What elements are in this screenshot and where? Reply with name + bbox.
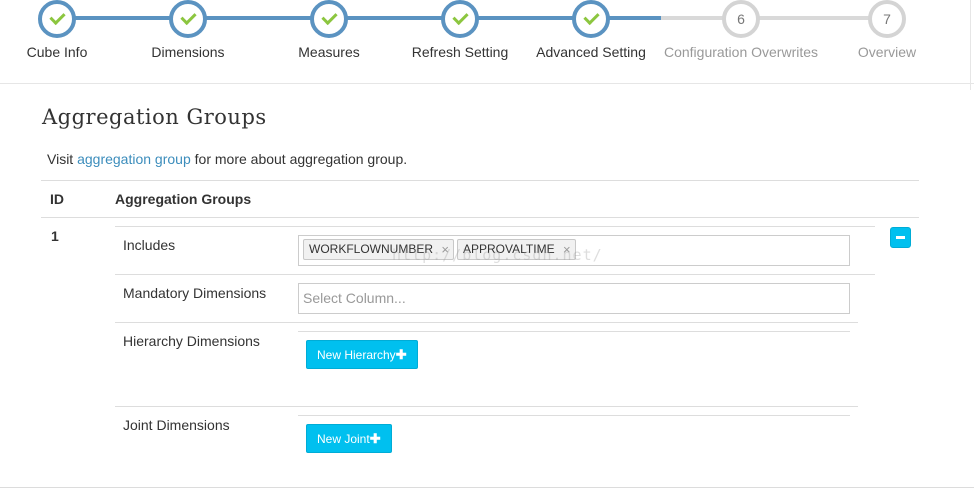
check-icon xyxy=(451,8,469,26)
page-bottom-rule xyxy=(0,487,974,488)
step-label: Overview xyxy=(857,44,917,60)
table-top-rule xyxy=(41,180,919,181)
row-rule xyxy=(115,406,858,407)
remove-tag-icon[interactable]: × xyxy=(563,240,571,259)
select-placeholder: Select Column... xyxy=(303,290,406,306)
new-hierarchy-button[interactable]: New Hierarchy✚ xyxy=(306,340,418,369)
tag-text: APPROVALTIME xyxy=(463,242,555,256)
remove-aggregation-group-button[interactable] xyxy=(890,227,911,248)
tag-workflownumber: WORKFLOWNUMBER × xyxy=(303,239,454,260)
tag-approvaltime: APPROVALTIME × xyxy=(457,239,576,260)
column-header-aggregation-groups: Aggregation Groups xyxy=(115,191,252,207)
new-hierarchy-label: New Hierarchy xyxy=(317,348,396,362)
panel-border xyxy=(970,0,971,90)
step-circle xyxy=(38,0,76,38)
mandatory-select[interactable]: Select Column... xyxy=(298,283,850,314)
table-header-rule xyxy=(41,217,919,218)
intro-suffix: for more about aggregation group. xyxy=(194,151,408,167)
wizard-step-configuration-overwrites[interactable]: 6 Configuration Overwrites xyxy=(656,0,826,60)
check-icon xyxy=(179,8,197,26)
minus-icon xyxy=(896,236,905,239)
check-icon xyxy=(320,8,338,26)
check-icon xyxy=(48,8,66,26)
joint-label: Joint Dimensions xyxy=(123,417,230,433)
new-joint-button[interactable]: New Joint✚ xyxy=(306,424,392,453)
new-joint-label: New Joint xyxy=(317,432,370,446)
plus-icon: ✚ xyxy=(395,347,407,362)
row-rule xyxy=(115,274,875,275)
step-circle xyxy=(310,0,348,38)
page-title: Aggregation Groups xyxy=(42,105,267,129)
hierarchy-top-rule xyxy=(298,331,850,332)
step-circle xyxy=(169,0,207,38)
intro-text: Visit aggregation group for more about a… xyxy=(47,151,407,167)
step-label: Configuration Overwrites xyxy=(663,44,819,60)
includes-select[interactable]: WORKFLOWNUMBER × APPROVALTIME × xyxy=(298,235,850,266)
check-icon xyxy=(582,8,600,26)
step-label: Advanced Setting xyxy=(536,44,646,60)
tag-text: WORKFLOWNUMBER xyxy=(309,242,433,256)
aggregation-group-link[interactable]: aggregation group xyxy=(77,151,191,167)
remove-tag-icon[interactable]: × xyxy=(441,240,449,259)
wizard-steps: Cube Info Dimensions Measures Refresh Se… xyxy=(0,0,974,84)
step-number: 7 xyxy=(868,0,906,38)
includes-label: Includes xyxy=(123,237,176,253)
step-circle xyxy=(441,0,479,38)
step-circle xyxy=(572,0,610,38)
mandatory-label: Mandatory Dimensions xyxy=(123,285,267,301)
column-header-id: ID xyxy=(50,191,64,207)
hierarchy-label: Hierarchy Dimensions xyxy=(123,333,260,349)
joint-top-rule xyxy=(298,415,850,416)
row-id: 1 xyxy=(51,228,59,244)
wizard-step-advanced-setting[interactable]: Advanced Setting xyxy=(506,0,676,60)
row-rule xyxy=(115,322,858,323)
plus-icon: ✚ xyxy=(369,431,381,446)
wizard-step-overview[interactable]: 7 Overview xyxy=(802,0,972,60)
step-number: 6 xyxy=(722,0,760,38)
intro-prefix: Visit xyxy=(47,151,74,167)
nested-table-top-rule xyxy=(115,226,875,227)
